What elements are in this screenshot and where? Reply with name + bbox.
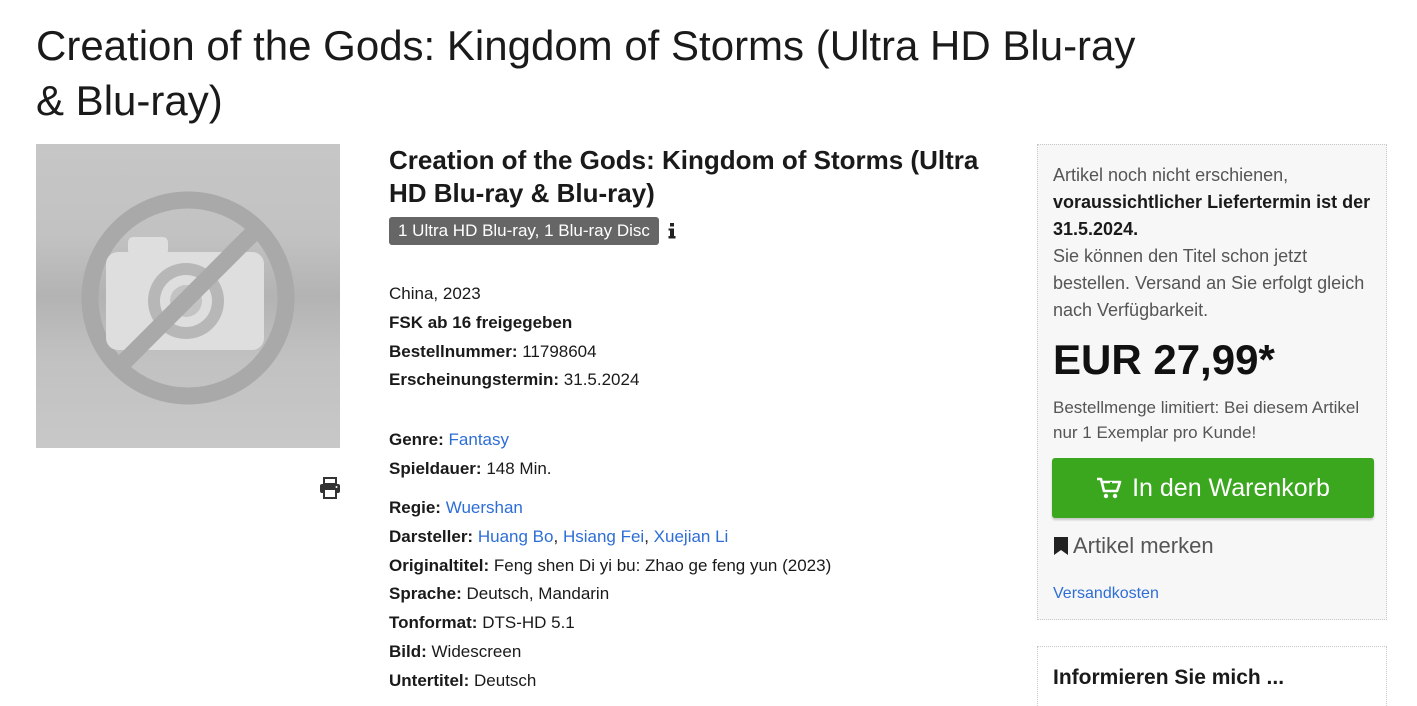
country-year: China, 2023 [389,284,481,303]
director-row: Regie: Wuershan [389,494,831,523]
add-to-cart-label: In den Warenkorb [1132,473,1330,502]
product-details: Creation of the Gods: Kingdom of Storms … [389,144,1009,245]
no-photo-icon [81,191,295,405]
cast-row: Darsteller: Huang Bo, Hsiang Fei, Xuejia… [389,523,831,552]
order-limit-note: Bestellmenge limitiert: Bei diesem Artik… [1053,398,1360,442]
picture-value: Widescreen [431,641,522,661]
page-title: Creation of the Gods: Kingdom of Storms … [36,22,1136,124]
order-number-value: 11798604 [522,341,597,361]
inform-me-box: Informieren Sie mich ... [1037,646,1387,706]
subtitles-label: Untertitel: [389,670,470,690]
availability-date: voraussichtlicher Liefertermin ist der 3… [1053,192,1371,239]
shipping-costs-link[interactable]: Versandkosten [1053,583,1159,605]
printer-icon[interactable] [318,476,342,500]
bookmark-icon [1054,537,1068,555]
inform-title: Informieren Sie mich ... [1053,666,1285,689]
subtitles-value: Deutsch [474,670,537,690]
genre-link[interactable]: Fantasy [449,430,509,449]
product-subtitle: Creation of the Gods: Kingdom of Storms … [389,145,979,208]
audio-row: Tonformat: DTS-HD 5.1 [389,609,831,638]
genre-label: Genre: [389,430,444,449]
cast-separator: , [644,526,649,546]
product-image[interactable] [36,144,340,448]
fsk-label: FSK ab 16 freigegeben [389,312,573,332]
genre-runtime: Genre: Fantasy Spieldauer: 148 Min. [389,426,552,484]
remember-article-button[interactable]: Artikel merken [1053,531,1214,561]
picture-label: Bild: [389,641,427,661]
cart-plus-icon [1097,477,1122,499]
credits: Regie: Wuershan Darsteller: Huang Bo, Hs… [389,494,831,696]
cast-label: Darsteller: [389,526,474,546]
product-facts: China, 2023 FSK ab 16 freigegeben Bestel… [389,280,639,395]
picture-row: Bild: Widescreen [389,638,831,667]
runtime-label: Spieldauer: [389,458,482,478]
release-date-label: Erscheinungstermin: [389,370,560,390]
release-date-row: Erscheinungstermin: 31.5.2024 [389,366,639,395]
format-badge: 1 Ultra HD Blu-ray, 1 Blu-ray Disc [389,217,659,245]
remember-label: Artikel merken [1073,533,1214,558]
availability-line2: Sie können den Titel schon jetzt bestell… [1053,246,1365,320]
order-number-label: Bestellnummer: [389,341,518,361]
runtime-value: 148 Min. [486,458,552,478]
genre-row: Genre: Fantasy [389,426,552,455]
original-title-value: Feng shen Di yi bu: Zhao ge feng yun (20… [493,555,832,575]
buy-box: Artikel noch nicht erschienen, voraussic… [1037,144,1387,620]
actor-link[interactable]: Huang Bo [478,527,554,546]
actor-link[interactable]: Hsiang Fei [563,527,644,546]
director-label: Regie: [389,498,441,517]
original-title-label: Originaltitel: [389,555,490,575]
language-label: Sprache: [389,584,462,604]
language-value: Deutsch, Mandarin [466,584,610,604]
format-row: 1 Ultra HD Blu-ray, 1 Blu-ray Disc [389,217,1009,245]
price: EUR 27,99* [1053,336,1275,383]
availability-text: Artikel noch nicht erschienen, voraussic… [1053,162,1373,324]
language-row: Sprache: Deutsch, Mandarin [389,580,831,609]
director-link[interactable]: Wuershan [446,498,523,517]
info-icon[interactable] [667,222,677,240]
release-date-value: 31.5.2024 [563,370,640,390]
add-to-cart-button[interactable]: In den Warenkorb [1052,458,1374,518]
fsk-rating: FSK ab 16 freigegeben [389,309,639,338]
order-number-row: Bestellnummer: 11798604 [389,338,639,367]
cast-separator: , [553,526,559,546]
original-title-row: Originaltitel: Feng shen Di yi bu: Zhao … [389,552,831,581]
audio-value: DTS-HD 5.1 [482,613,575,633]
actor-link[interactable]: Xuejian Li [654,527,729,546]
availability-line1: Artikel noch nicht erschienen, [1053,165,1289,185]
audio-label: Tonformat: [389,613,478,633]
runtime-row: Spieldauer: 148 Min. [389,455,552,484]
subtitles-row: Untertitel: Deutsch [389,667,831,696]
